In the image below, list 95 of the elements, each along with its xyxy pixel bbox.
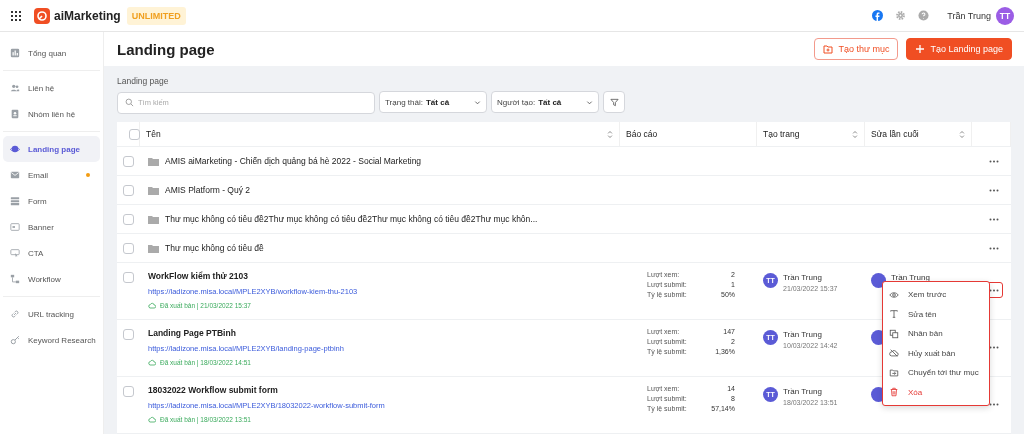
chevron-down-icon [586,98,593,106]
sidebar-item[interactable]: Keyword Research [3,327,100,353]
sidebar-item[interactable]: Banner [3,214,100,240]
page-name[interactable]: Landing Page PTBinh [148,328,620,338]
help-icon[interactable] [918,10,930,21]
menu-item[interactable]: Xóa [883,382,989,402]
checkbox[interactable] [123,213,134,225]
checkbox[interactable] [123,242,134,254]
search-icon [125,97,134,107]
dots-icon [989,345,999,349]
sidebar-item[interactable]: Email [3,162,100,188]
dots-icon [989,159,999,163]
cursor-icon [10,248,20,258]
create-page-button[interactable]: Tạo Landing page [906,38,1012,60]
filter-dropdown[interactable]: Người tạo: Tất cả [491,91,599,113]
folder-icon [148,185,159,195]
sidebar-item[interactable]: Landing page [3,136,100,162]
page-title: Landing page [117,40,215,58]
plus-icon [915,44,926,54]
settings-icon[interactable] [895,10,907,21]
menu-item[interactable]: Hủy xuất bản [883,343,989,363]
sort-icon[interactable] [959,129,965,139]
checkbox[interactable] [129,128,140,140]
checkbox[interactable] [123,184,134,196]
creator-name: Trần Trung [783,387,823,396]
chevron-down-icon [474,98,481,106]
sidebar-item[interactable]: URL tracking [3,301,100,327]
dots-icon [989,246,999,250]
folder-move-icon [889,367,899,378]
sidebar-item[interactable]: Tổng quan [3,40,100,66]
copy-icon [889,328,899,339]
folder-icon [148,156,159,166]
creator-name: Trần Trung [783,330,823,339]
creator-name: Trần Trung [783,273,823,282]
text-icon [889,309,899,320]
cloud-icon [148,416,156,423]
page-name[interactable]: 18032022 Workflow submit form [148,385,620,395]
filter-button[interactable] [603,91,625,113]
page-name[interactable]: WorkFlow kiểm thử 2103 [148,271,620,281]
user-avatar[interactable]: TT [996,6,1014,25]
key-icon [10,335,20,345]
chart-icon [10,48,20,58]
menu-item[interactable]: Nhân bản [883,324,989,344]
folder-name[interactable]: Thư mục không có tiêu đề2Thư mục không có tiêu đề2Thư mục không có tiêu đề2Thư mục khôn... [165,214,538,224]
sort-icon[interactable] [607,129,613,139]
apps-grid-icon[interactable] [10,9,22,22]
banner-icon [10,222,20,232]
sidebar-item[interactable]: Nhóm liên hệ [3,101,100,127]
checkbox[interactable] [123,155,134,167]
column-header[interactable]: Sửa lần cuối [865,122,972,146]
link-icon [10,309,20,319]
breadcrumb: Landing page [117,76,170,86]
eye-icon [889,289,899,300]
user-name: Trần Trung [947,10,991,21]
menu-item[interactable]: Chuyển tới thư mục [883,363,989,383]
mail-icon [10,170,20,180]
folder-name[interactable]: Thư mục không có tiêu đề [165,243,264,253]
contact-card-icon [10,109,20,119]
menu-item[interactable]: Xem trước [883,285,989,305]
dots-icon [989,402,999,406]
create-folder-button[interactable]: Tạo thư mục [814,38,899,60]
sidebar-item[interactable]: Workflow [3,266,100,292]
folder-name[interactable]: AMIS Platform - Quý 2 [165,185,251,195]
checkbox[interactable] [123,272,134,283]
filter-dropdown[interactable]: Trạng thái: Tất cả [379,91,487,113]
people-icon [10,83,20,93]
sidebar-item[interactable]: Form [3,188,100,214]
folder-icon [148,214,159,224]
dots-icon [989,217,999,221]
column-header[interactable]: Báo cáo [620,122,757,146]
column-header[interactable]: Tạo trang [757,122,865,146]
plan-badge: UNLIMITED [126,6,186,25]
cloud-icon [148,359,156,366]
folder-plus-icon [823,44,834,54]
sort-icon[interactable] [852,129,858,139]
menu-item[interactable]: Sửa tên [883,304,989,324]
checkbox[interactable] [123,329,134,340]
cloud-off-icon [889,348,899,359]
planet-icon [10,144,20,154]
dots-icon [989,188,999,192]
trash-icon [889,387,899,398]
logo-text: aiMarketing [54,8,121,23]
form-icon [10,196,20,206]
folder-name[interactable]: AMIS aiMarketing - Chiến dịch quảng bá hè 2022 - Social Marketing [165,156,422,166]
sidebar-item[interactable]: CTA [3,240,100,266]
facebook-icon[interactable] [872,10,884,21]
checkbox[interactable] [123,386,134,397]
sidebar-item[interactable]: Liên hệ [3,75,100,101]
dots-icon [989,288,999,292]
cloud-icon [148,302,156,309]
folder-icon [148,243,159,253]
workflow-icon [10,274,20,284]
filter-icon [609,97,619,107]
logo-icon [34,7,50,24]
column-header[interactable]: Tên [140,122,620,146]
